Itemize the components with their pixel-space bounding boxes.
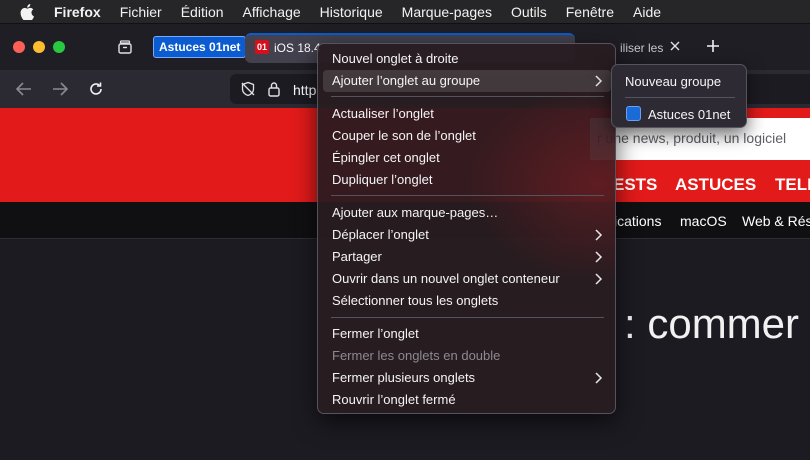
menubar-item-marque-pages[interactable]: Marque-pages [402,4,492,20]
site-subnav-applications[interactable]: ications [614,213,661,229]
menu-item-label: Déplacer l’onglet [332,227,429,242]
tab-group-label[interactable]: Astuces 01net [153,36,247,58]
menu-item-label: Dupliquer l’onglet [332,172,433,187]
submenu-group-astuces[interactable]: Astuces 01net [648,107,730,122]
chevron-right-icon [595,372,603,384]
menu-item-label: Fermer l’onglet [332,326,419,341]
tab-title: iOS 18.4 [274,41,321,55]
site-subnav-web[interactable]: Web & Rés [742,213,810,229]
reload-icon[interactable] [86,79,106,99]
window-minimize-button[interactable] [33,41,45,53]
plus-icon[interactable] [703,36,723,56]
menubar-item-fenetre[interactable]: Fenêtre [566,4,614,20]
chevron-right-icon [595,251,603,263]
close-icon[interactable] [666,37,684,55]
menu-item-share[interactable]: Partager [323,246,611,268]
tab-title-second[interactable]: iliser les [620,41,663,55]
menu-item-label: Sélectionner tous les onglets [332,293,499,308]
macos-menubar: Firefox Fichier Édition Affichage Histor… [0,0,810,24]
menu-item-label: Ouvrir dans un nouvel onglet conteneur [332,271,560,286]
submenu-new-group[interactable]: Nouveau groupe [625,74,721,89]
menu-item-label: Couper le son de l’onglet [332,128,476,143]
menu-item-pin-tab[interactable]: Épingler cet onglet [323,147,611,169]
tab-favicon: 01 [255,40,269,54]
menu-item-new-tab-right[interactable]: Nouvel onglet à droite [323,48,611,70]
menu-item-label: Épingler cet onglet [332,150,440,165]
menu-item-select-all-tabs[interactable]: Sélectionner tous les onglets [323,290,611,312]
menu-item-label: Fermer plusieurs onglets [332,370,476,385]
site-nav-tests[interactable]: ESTS [613,175,657,195]
menu-item-mute-tab[interactable]: Couper le son de l’onglet [323,125,611,147]
add-to-group-submenu: Nouveau groupe Astuces 01net [611,64,747,128]
menu-item-open-in-container[interactable]: Ouvrir dans un nouvel onglet conteneur [323,268,611,290]
menu-item-close-multiple-tabs[interactable]: Fermer plusieurs onglets [323,367,611,389]
site-nav-tele[interactable]: TELE [775,175,810,195]
submenu-separator [625,97,735,98]
menu-item-label: Actualiser l’onglet [332,106,434,121]
forward-arrow-icon[interactable] [50,79,70,99]
menu-separator [331,96,604,97]
chevron-right-icon [595,229,603,241]
menu-item-label: Nouvel onglet à droite [332,51,459,66]
menu-item-label: Fermer les onglets en double [332,348,501,363]
menu-item-label: Partager [332,249,382,264]
article-headline: : commer [624,300,800,347]
tracking-protection-shield-icon[interactable] [240,81,256,97]
menubar-item-affichage[interactable]: Affichage [243,4,301,20]
menubar-item-historique[interactable]: Historique [320,4,383,20]
menubar-item-outils[interactable]: Outils [511,4,547,20]
menu-item-reopen-closed-tab[interactable]: Rouvrir l’onglet fermé [323,389,611,411]
menu-item-add-to-group[interactable]: Ajouter l’onglet au groupe [323,70,611,92]
menu-item-close-duplicate-tabs: Fermer les onglets en double [323,345,611,367]
menu-separator [331,317,604,318]
lock-icon[interactable] [266,81,282,97]
site-subnav-macos[interactable]: macOS [680,213,727,229]
tab-context-menu: Nouvel onglet à droite Ajouter l’onglet … [317,43,616,414]
menubar-item-edition[interactable]: Édition [181,4,224,20]
menu-item-label: Ajouter l’onglet au groupe [332,73,481,88]
menu-item-bookmark-tab[interactable]: Ajouter aux marque-pages… [323,202,611,224]
back-arrow-icon[interactable] [14,79,34,99]
menu-item-label: Ajouter aux marque-pages… [332,205,499,220]
menubar-item-aide[interactable]: Aide [633,4,661,20]
tab-manager-icon[interactable] [115,37,135,57]
menu-item-label: Rouvrir l’onglet fermé [332,392,456,407]
menubar-app-name[interactable]: Firefox [54,4,101,20]
url-text[interactable]: http [293,82,316,98]
group-color-swatch [626,106,641,121]
chevron-right-icon [595,75,603,87]
menu-item-reload-tab[interactable]: Actualiser l’onglet [323,103,611,125]
window-close-button[interactable] [13,41,25,53]
menu-separator [331,195,604,196]
chevron-right-icon [595,273,603,285]
menu-item-close-tab[interactable]: Fermer l’onglet [323,323,611,345]
apple-logo-icon[interactable] [19,3,35,20]
menu-item-duplicate-tab[interactable]: Dupliquer l’onglet [323,169,611,191]
window-zoom-button[interactable] [53,41,65,53]
menu-item-move-tab[interactable]: Déplacer l’onglet [323,224,611,246]
menubar-item-fichier[interactable]: Fichier [120,4,162,20]
site-search-placeholder: r une news, produit, un logiciel [597,130,787,146]
site-nav-astuces[interactable]: ASTUCES [675,175,756,195]
